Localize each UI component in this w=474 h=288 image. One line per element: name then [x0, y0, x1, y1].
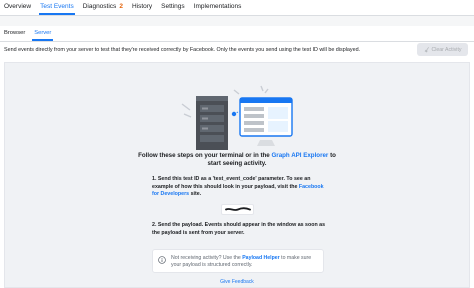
sub-band	[0, 16, 474, 26]
info-text: Not receiving activity? Use the Payload …	[171, 255, 321, 270]
instructions-heading: Follow these steps on your terminal or i…	[137, 152, 337, 169]
payload-helper-link[interactable]: Payload Helper	[242, 255, 279, 261]
sub-nav-divider	[0, 41, 474, 42]
tab-implementations[interactable]: Implementations	[194, 0, 242, 15]
step-2-text: 2. Send the payload. Events should appea…	[152, 222, 326, 236]
server-monitor-illustration	[181, 85, 293, 150]
clear-activity-button[interactable]: Clear Activity	[417, 43, 468, 56]
redacted-code-mark	[224, 207, 251, 211]
tab-diagnostics-label: Diagnostics	[82, 3, 117, 10]
heading-text: Follow these steps on your terminal or i…	[138, 152, 272, 159]
top-nav: Overview Test Events Diagnostics 2 Histor…	[0, 0, 474, 15]
tab-test-events[interactable]: Test Events	[39, 0, 75, 15]
info-icon	[158, 256, 166, 264]
diagnostics-count-badge: 2	[119, 3, 123, 10]
step-1-text: 1. Send this test ID as a 'test_event_co…	[152, 176, 328, 199]
subtab-server[interactable]: Server	[32, 26, 54, 41]
test-event-code-box[interactable]	[221, 204, 254, 215]
broom-icon	[424, 46, 429, 52]
server-tower-icon	[196, 96, 228, 150]
monitor-icon	[239, 97, 293, 146]
tab-overview[interactable]: Overview	[4, 0, 31, 15]
info-text-body: Not receiving activity? Use the	[171, 255, 243, 261]
graph-api-explorer-link[interactable]: Graph API Explorer	[271, 152, 328, 159]
subtab-browser[interactable]: Browser	[4, 26, 25, 41]
step-1-body: 1. Send this test ID as a 'test_event_co…	[152, 176, 311, 190]
description-text: Send events directly from your server to…	[4, 47, 361, 53]
tab-settings[interactable]: Settings	[161, 0, 185, 15]
sub-nav: Browser Server	[0, 26, 474, 41]
info-callout: Not receiving activity? Use the Payload …	[152, 249, 324, 273]
tab-history[interactable]: History	[132, 0, 152, 15]
step-1-end: site.	[189, 191, 202, 198]
give-feedback-link[interactable]: Give Feedback	[0, 279, 474, 285]
tab-diagnostics[interactable]: Diagnostics 2	[83, 0, 123, 15]
clear-activity-label: Clear Activity	[431, 46, 462, 53]
